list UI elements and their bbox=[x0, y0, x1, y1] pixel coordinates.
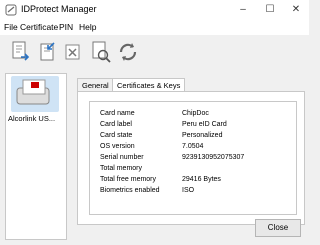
info-label: OS version bbox=[100, 143, 135, 150]
info-value: ISO bbox=[182, 187, 195, 194]
refresh-icon[interactable] bbox=[115, 39, 141, 65]
info-row: Total memory bbox=[90, 163, 296, 174]
info-value: 29416 Bytes bbox=[182, 176, 221, 183]
info-label: Total free memory bbox=[100, 176, 157, 183]
info-value: 7.0504 bbox=[182, 143, 204, 150]
info-value: ChipDoc bbox=[182, 110, 209, 117]
reader-label: Alcorlink US... bbox=[8, 114, 56, 123]
info-label: Card name bbox=[100, 110, 135, 117]
minimize-button[interactable]: – bbox=[236, 3, 250, 17]
info-row: OS version 7.0504 bbox=[90, 141, 296, 152]
info-label: Card label bbox=[100, 121, 132, 128]
info-row: Serial number 9239130952075307 bbox=[90, 152, 296, 163]
info-row: Biometrics enabled ISO bbox=[90, 185, 296, 196]
card-reader-icon bbox=[11, 76, 59, 112]
menu-help[interactable]: Help bbox=[77, 21, 98, 33]
delete-icon[interactable] bbox=[60, 39, 86, 65]
menu-bar: File Certificate PIN Help bbox=[0, 19, 309, 35]
info-label: Serial number bbox=[100, 154, 144, 161]
menu-certificate[interactable]: Certificate bbox=[18, 21, 60, 33]
view-icon[interactable] bbox=[88, 39, 114, 65]
info-value: 9239130952075307 bbox=[182, 154, 245, 161]
info-row: Card name ChipDoc bbox=[90, 108, 296, 119]
maximize-button[interactable]: ☐ bbox=[263, 3, 277, 17]
info-row: Card label Peru eID Card bbox=[90, 119, 296, 130]
app-logo-icon bbox=[5, 4, 17, 16]
menu-pin[interactable]: PIN bbox=[57, 21, 75, 33]
info-label: Card state bbox=[100, 132, 133, 139]
info-value: Peru eID Card bbox=[182, 121, 227, 128]
info-row: Total free memory 29416 Bytes bbox=[90, 174, 296, 185]
export-icon[interactable] bbox=[8, 39, 34, 65]
details-panel: General Certificates & Keys Card name Ch… bbox=[69, 73, 305, 241]
reader-list: Alcorlink US... bbox=[5, 73, 67, 240]
info-label: Total memory bbox=[100, 165, 143, 172]
info-label: Biometrics enabled bbox=[100, 187, 160, 194]
import-icon[interactable] bbox=[34, 39, 60, 65]
info-value: Personalized bbox=[182, 132, 223, 139]
close-window-button[interactable]: ✕ bbox=[289, 3, 303, 17]
close-button[interactable]: Close bbox=[255, 219, 301, 237]
info-row: Card state Personalized bbox=[90, 130, 296, 141]
title-bar: IDProtect Manager – ☐ ✕ bbox=[0, 0, 309, 19]
app-window: IDProtect Manager – ☐ ✕ File Certificate… bbox=[0, 0, 309, 245]
tab-page: Card name ChipDoc Card label Peru eID Ca… bbox=[77, 91, 305, 225]
toolbar bbox=[0, 35, 309, 69]
window-title: IDProtect Manager bbox=[21, 4, 97, 14]
card-info-table: Card name ChipDoc Card label Peru eID Ca… bbox=[89, 101, 297, 215]
